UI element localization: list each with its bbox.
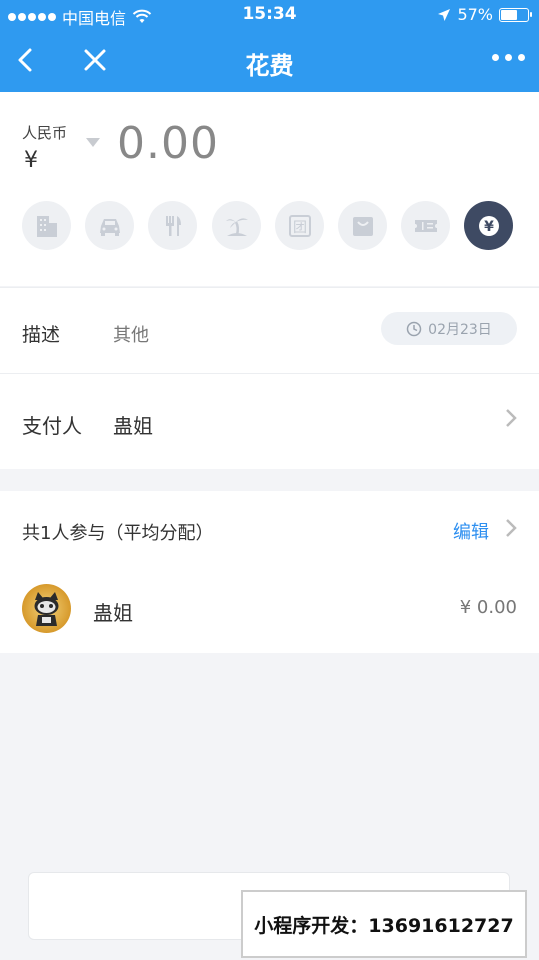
member-amount: ¥ 0.00 <box>459 597 517 618</box>
member-name: 蛊姐 <box>93 601 133 625</box>
payer-row[interactable]: 支付人 蛊姐 <box>0 373 539 469</box>
ticket-icon <box>414 219 437 232</box>
watermark-label: 小程序开发：13691612727 <box>241 890 527 958</box>
clock-icon <box>406 321 422 336</box>
participants-section: 共1人参与（平均分配） 编辑 蛊姐 ¥ 0.00 <box>0 491 539 653</box>
status-right: 57% <box>437 5 532 24</box>
shopping-bag-icon <box>352 216 373 236</box>
battery-icon <box>499 7 532 22</box>
category-food[interactable] <box>148 201 197 250</box>
date-picker[interactable]: 02月23日 <box>381 312 517 345</box>
chevron-right-icon[interactable] <box>504 517 518 539</box>
category-building[interactable] <box>22 201 71 250</box>
member-row: 蛊姐 ¥ 0.00 <box>0 581 539 641</box>
fork-knife-icon <box>165 215 181 236</box>
payer-label: 支付人 <box>22 414 82 438</box>
beach-icon <box>225 217 248 236</box>
payer-name: 蛊姐 <box>113 414 153 438</box>
chevron-right-icon[interactable] <box>504 407 518 429</box>
currency-symbol[interactable]: ¥ <box>24 148 38 173</box>
nav-bar: 花费 <box>0 30 539 92</box>
category-list: 团 ¥ <box>22 201 522 251</box>
amount-section: 人民币 ¥ 0.00 团 ¥ <box>0 92 539 286</box>
currency-name[interactable]: 人民币 <box>22 122 67 143</box>
category-ticket[interactable] <box>401 201 450 250</box>
app-header: 中国电信 15:34 57% 花费 <box>0 0 539 92</box>
category-group-buy[interactable]: 团 <box>275 201 324 250</box>
car-icon <box>99 218 120 236</box>
description-input[interactable]: 其他 <box>113 321 149 347</box>
building-icon <box>36 215 57 237</box>
avatar-cat-icon <box>34 592 59 626</box>
amount-input[interactable]: 0.00 <box>117 118 219 169</box>
description-label: 描述 <box>22 324 61 346</box>
description-row[interactable]: 描述 其他 02月23日 <box>0 287 539 373</box>
participants-header: 共1人参与（平均分配） <box>22 523 214 544</box>
date-text: 02月23日 <box>428 321 492 338</box>
location-arrow-icon <box>438 8 451 21</box>
yuan-char: ¥ <box>484 219 494 235</box>
category-car[interactable] <box>85 201 134 250</box>
yuan-icon: ¥ <box>478 215 499 236</box>
status-bar: 中国电信 15:34 57% <box>0 0 539 30</box>
category-shopping[interactable] <box>338 201 387 250</box>
page-title: 花费 <box>245 52 294 80</box>
edit-participants-button[interactable]: 编辑 <box>453 518 489 544</box>
battery-percent: 57% <box>457 5 493 24</box>
caret-down-icon[interactable] <box>86 138 100 147</box>
group-buy-char: 团 <box>293 220 307 236</box>
more-icon[interactable] <box>492 54 525 61</box>
category-travel[interactable] <box>212 201 261 250</box>
group-buy-icon: 团 <box>288 214 311 237</box>
category-other[interactable]: ¥ <box>464 201 513 250</box>
avatar <box>22 584 71 633</box>
